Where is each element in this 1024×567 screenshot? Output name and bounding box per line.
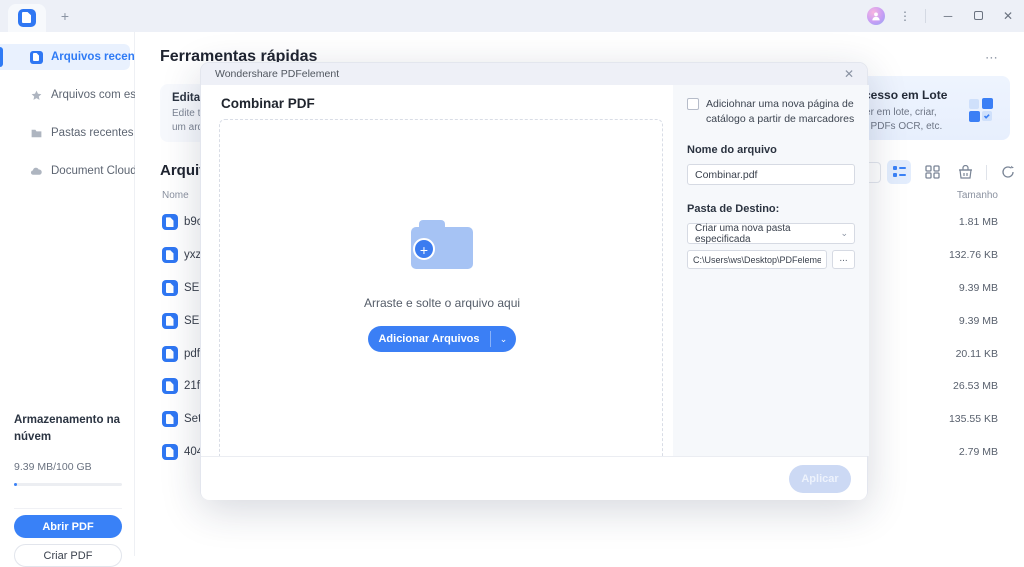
dialog-options-panel: Adiciohnar uma nova página de catálogo a… [673, 85, 869, 456]
open-pdf-button[interactable]: Abrir PDF [14, 515, 122, 538]
batch-squares-icon [968, 98, 994, 122]
cloud-storage-section: Armazenamento na núvem 9.39 MB/100 GB [14, 412, 124, 486]
add-files-button[interactable]: Adicionar Arquivos [368, 333, 490, 345]
pdf-file-icon [162, 346, 178, 362]
sidebar-item-recent-files[interactable]: Arquivos recentes [0, 44, 130, 70]
grid-view-button[interactable] [920, 160, 944, 184]
destination-path-input[interactable] [687, 250, 827, 269]
menu-dots-icon[interactable]: ⋮ [899, 9, 911, 23]
sidebar-separator [14, 508, 122, 509]
sidebar-item-label: Pastas recentes [51, 127, 133, 139]
destination-label: Pasta de Destino: [687, 203, 855, 215]
more-options-icon[interactable]: ⋯ [985, 50, 999, 66]
plus-badge-icon: + [413, 238, 435, 260]
destination-folder-select[interactable]: Criar uma nova pasta especificada ⌄ [687, 223, 855, 244]
refresh-button[interactable] [996, 160, 1020, 184]
dialog-heading: Combinar PDF [221, 96, 315, 111]
window-titlebar: + ⋮ ─ ✕ [0, 0, 1024, 32]
add-files-split-button[interactable]: Adicionar Arquivos ⌄ [368, 326, 516, 352]
pdf-file-icon [162, 378, 178, 394]
app-tab[interactable] [8, 4, 46, 32]
selected-option: Criar uma nova pasta especificada [695, 223, 847, 245]
pdf-file-icon [162, 214, 178, 230]
checkbox-label: Adiciohnar uma nova página de catálogo a… [706, 97, 855, 126]
list-view-button[interactable] [887, 160, 911, 184]
recent-files-icon [30, 51, 43, 64]
file-name: yxz [184, 249, 201, 261]
size-column-header: Tamanho [957, 190, 998, 201]
pdf-file-icon [162, 280, 178, 296]
storage-progress-bar [14, 483, 122, 486]
titlebar-divider [925, 9, 926, 23]
dialog-footer: Aplicar [201, 456, 867, 500]
file-name: Set [184, 413, 201, 425]
sidebar: Arquivos recentes Arquivos com estrela P… [0, 32, 135, 556]
pdf-file-icon [162, 411, 178, 427]
add-folder-icon: + [411, 220, 473, 270]
maximize-icon [974, 11, 983, 20]
dropzone-text: Arraste e solte o arquivo aqui [220, 296, 664, 310]
pdfelement-logo-icon [18, 9, 36, 27]
sidebar-item-document-cloud[interactable]: Document Cloud [0, 158, 130, 184]
file-size: 9.39 MB [959, 282, 998, 294]
sidebar-item-recent-folders[interactable]: Pastas recentes [0, 120, 130, 146]
pdf-file-icon [162, 313, 178, 329]
file-size: 132.76 KB [949, 249, 998, 261]
storage-usage: 9.39 MB/100 GB [14, 461, 124, 473]
person-icon [871, 11, 881, 21]
toolbar-divider [986, 165, 987, 180]
chevron-down-icon: ⌄ [840, 228, 848, 239]
dialog-title: Wondershare PDFelement [215, 68, 339, 80]
new-tab-button[interactable]: + [56, 7, 74, 25]
trash-button[interactable] [953, 160, 977, 184]
star-icon [30, 89, 43, 102]
maximize-button[interactable] [970, 8, 986, 24]
cloud-icon [30, 165, 43, 178]
sidebar-item-label: Document Cloud [51, 165, 137, 177]
apply-button[interactable]: Aplicar [789, 465, 851, 493]
chevron-down-icon[interactable]: ⌄ [490, 331, 516, 347]
file-dropzone[interactable]: + Arraste e solte o arquivo aqui Adicion… [219, 119, 663, 463]
name-column-header: Nome [162, 190, 189, 201]
dialog-titlebar: Wondershare PDFelement ✕ [201, 63, 867, 85]
sidebar-item-starred-files[interactable]: Arquivos com estrela [0, 82, 130, 108]
folder-icon [30, 127, 43, 140]
file-size: 1.81 MB [959, 216, 998, 228]
file-size: 135.55 KB [949, 413, 998, 425]
file-size: 9.39 MB [959, 315, 998, 327]
file-size: 20.11 KB [956, 348, 998, 360]
file-size: 26.53 MB [953, 380, 998, 392]
user-avatar[interactable] [867, 7, 885, 25]
filename-label: Nome do arquivo [687, 144, 855, 156]
catalog-page-checkbox[interactable] [687, 98, 699, 110]
storage-title: Armazenamento na núvem [14, 412, 124, 447]
close-button[interactable]: ✕ [1000, 8, 1016, 24]
minimize-button[interactable]: ─ [940, 8, 956, 24]
dialog-close-icon[interactable]: ✕ [841, 66, 857, 82]
filename-input[interactable] [687, 164, 855, 185]
browse-button[interactable]: ... [832, 250, 855, 269]
view-toolbar [887, 160, 1020, 184]
file-name: pdf [184, 348, 200, 360]
combine-pdf-dialog: Wondershare PDFelement ✕ Combinar PDF + … [200, 62, 868, 500]
pdf-file-icon [162, 247, 178, 263]
file-name: 21f [184, 380, 200, 392]
file-size: 2.79 MB [959, 446, 998, 458]
pdf-file-icon [162, 444, 178, 460]
